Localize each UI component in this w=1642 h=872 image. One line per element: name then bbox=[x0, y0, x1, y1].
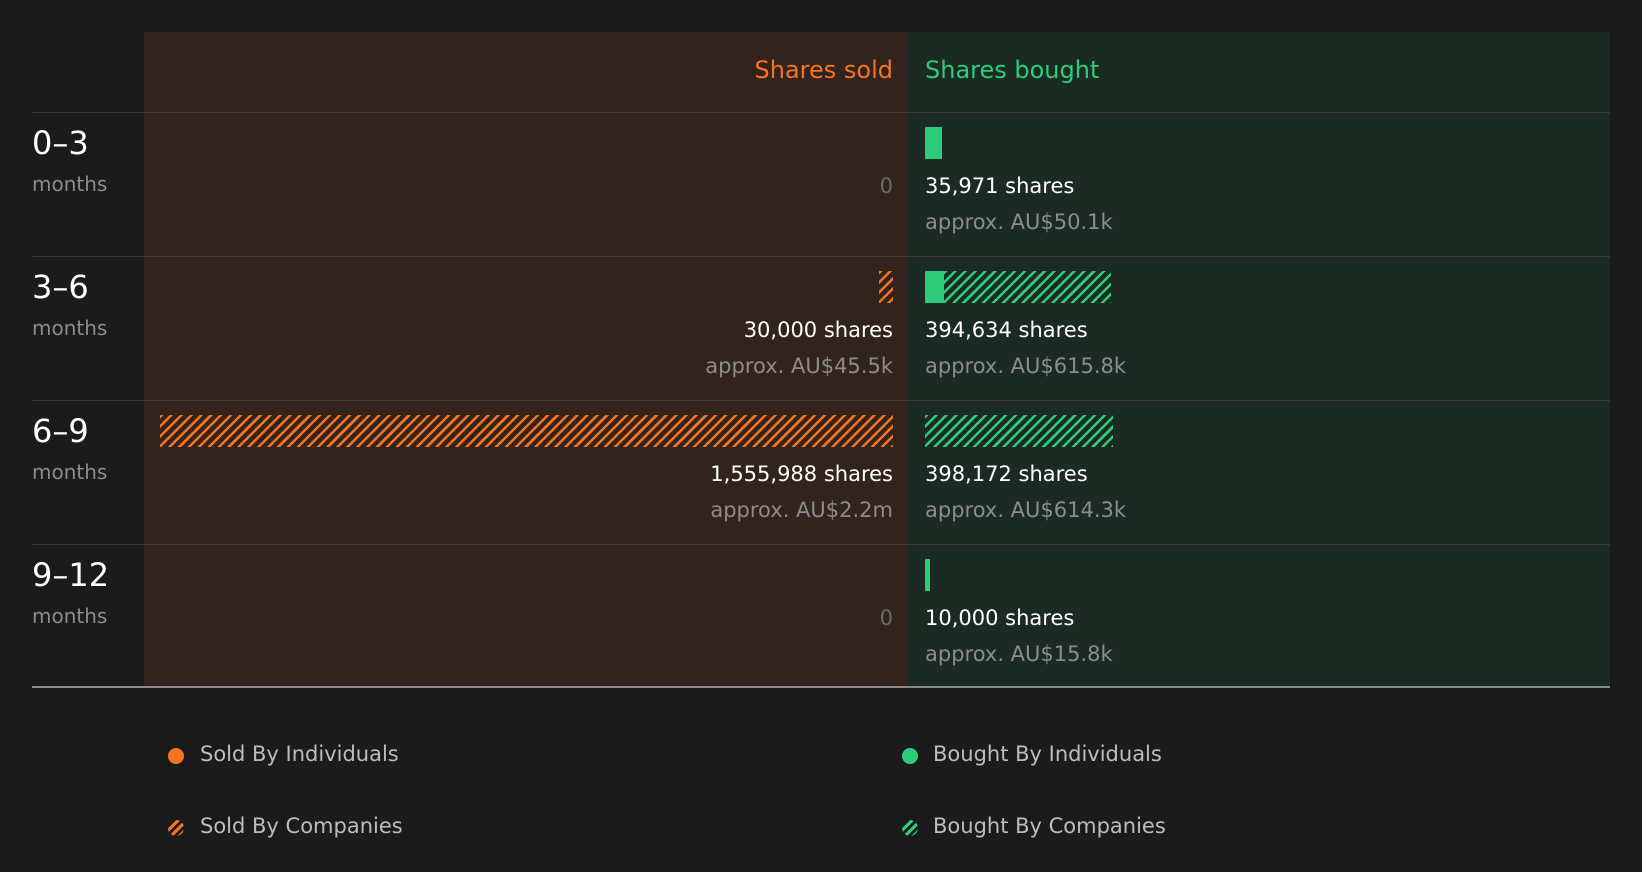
shares-bought-header: Shares bought bbox=[925, 56, 1100, 84]
sold-companies-bar bbox=[879, 271, 893, 303]
legend-label: Bought By Companies bbox=[933, 814, 1166, 838]
period-label: 0–3 bbox=[32, 124, 89, 162]
bought-shares-label: 394,634 shares bbox=[925, 318, 1088, 342]
shares-sold-header: Shares sold bbox=[754, 56, 893, 84]
bought-individuals-bar bbox=[925, 127, 942, 159]
legend-label: Sold By Individuals bbox=[200, 742, 399, 766]
bought-individuals-bar bbox=[925, 271, 944, 303]
table-row: 0–3 months 0 35,971 shares approx. AU$50.1k bbox=[0, 112, 1642, 256]
legend-label: Sold By Companies bbox=[200, 814, 403, 838]
bought-value-label: approx. AU$50.1k bbox=[925, 210, 1113, 234]
bought-shares-label: 398,172 shares bbox=[925, 462, 1088, 486]
bought-value-label: approx. AU$15.8k bbox=[925, 642, 1113, 666]
bought-value-label: approx. AU$614.3k bbox=[925, 498, 1127, 522]
bought-shares-label: 10,000 shares bbox=[925, 606, 1075, 630]
sold-companies-bar bbox=[160, 415, 893, 447]
period-label: 3–6 bbox=[32, 268, 89, 306]
table-row: 3–6 months 30,000 shares approx. AU$45.5k 39… bbox=[0, 256, 1642, 400]
sold-value-label: approx. AU$2.2m bbox=[710, 498, 893, 522]
period-unit-label: months bbox=[32, 316, 108, 340]
period-unit-label: months bbox=[32, 604, 108, 628]
sold-value-label: approx. AU$45.5k bbox=[705, 354, 893, 378]
legend-swatch-icon bbox=[902, 820, 918, 836]
legend-label: Bought By Individuals bbox=[933, 742, 1162, 766]
table-row: 6–9 months 1,555,988 shares approx. AU$2.2m… bbox=[0, 400, 1642, 544]
legend-swatch-icon bbox=[902, 748, 918, 764]
table-row: 9–12 months 0 10,000 shares approx. AU$15.8k bbox=[0, 544, 1642, 688]
bought-shares-label: 35,971 shares bbox=[925, 174, 1075, 198]
period-unit-label: months bbox=[32, 460, 108, 484]
legend-swatch-icon bbox=[168, 748, 184, 764]
bought-individuals-bar bbox=[925, 559, 930, 591]
bought-companies-bar bbox=[925, 415, 1113, 447]
sold-shares-label: 30,000 shares bbox=[743, 318, 893, 342]
bought-value-label: approx. AU$615.8k bbox=[925, 354, 1127, 378]
period-label: 6–9 bbox=[32, 412, 89, 450]
period-unit-label: months bbox=[32, 172, 108, 196]
period-label: 9–12 bbox=[32, 556, 110, 594]
legend-swatch-icon bbox=[168, 820, 184, 836]
sold-shares-label: 1,555,988 shares bbox=[710, 462, 893, 486]
sold-zero-label: 0 bbox=[879, 174, 893, 198]
bought-companies-bar bbox=[944, 271, 1111, 303]
sold-zero-label: 0 bbox=[879, 606, 893, 630]
